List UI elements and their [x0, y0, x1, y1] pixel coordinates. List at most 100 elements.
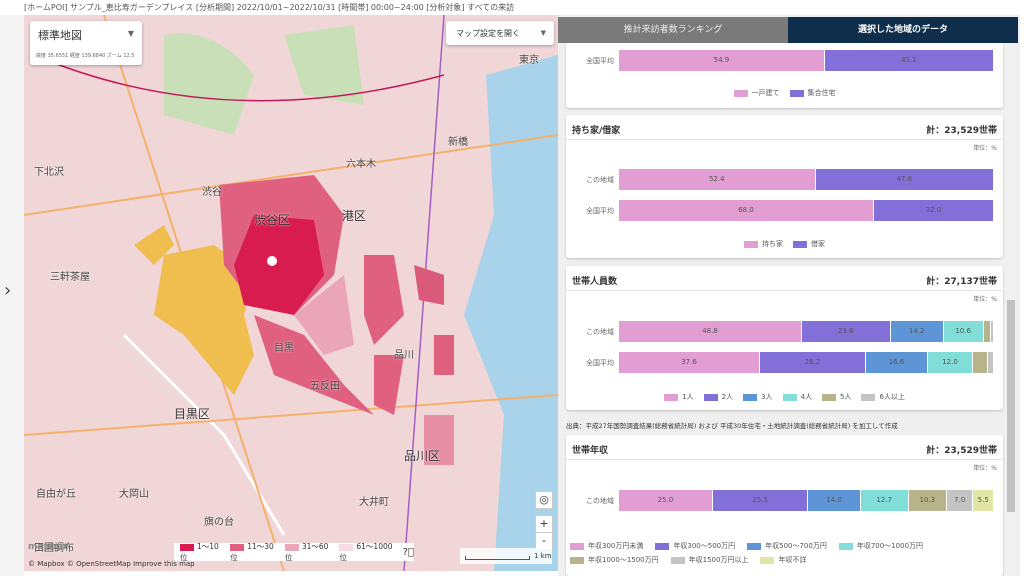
bar-segment: 14.2: [890, 321, 944, 342]
map-settings-button[interactable]: マップ設定を開く ▼: [446, 21, 554, 45]
legend-item[interactable]: 年収300万円未満: [570, 541, 643, 551]
bar-segment: [991, 321, 994, 342]
map-coords: 緯度 35.6551 経度 139.6840 ズーム 12.5: [36, 53, 135, 59]
data-panel: 推計来訪者数ランキング 選択した地域のデータ 全国平均 54.9 45.1 一戸建て…: [558, 15, 1020, 576]
map-label: 目黒: [274, 343, 294, 354]
bar-segment: 23.6: [802, 321, 891, 342]
card-title: 世帯人員数: [572, 277, 618, 287]
zoom-in-button[interactable]: +: [535, 515, 553, 533]
map-label: 品川区: [404, 449, 441, 463]
map-attribution[interactable]: © Mapbox © OpenStreetMap Improve this ma…: [28, 560, 195, 568]
card-title: 世帯年収: [572, 446, 609, 456]
map-scale: 1 km: [460, 548, 552, 564]
card-total: 計：23,529世帯: [926, 446, 997, 456]
housing-row-0: 全国平均 54.9 45.1: [566, 50, 1003, 71]
bar-segment: 54.9: [619, 50, 825, 71]
legend-item[interactable]: 集合住宅: [789, 88, 836, 98]
expand-chevron-icon[interactable]: ›: [4, 280, 11, 301]
map-label: 下北沢: [34, 167, 64, 178]
map-label: 東京: [519, 55, 539, 66]
map-label: 目黒区: [174, 407, 211, 421]
map-label: 港区: [342, 209, 367, 223]
legend-item[interactable]: 年収300～500万円: [655, 541, 735, 551]
card-ownership: 持ち家/借家 計：23,529世帯 単位：% この地域 52.4 47.6 全国平均 6…: [566, 115, 1003, 258]
legend-item[interactable]: 6人以上: [861, 392, 905, 402]
legend-item[interactable]: 2人: [703, 392, 733, 402]
mapbox-logo: mapbox: [28, 542, 69, 552]
legend-item[interactable]: 年収1500万円以上: [670, 555, 748, 565]
map-style-select[interactable]: 標準地図 ▼ 緯度 35.6551 経度 139.6840 ズーム 12.5: [30, 21, 142, 65]
bar-segment: 47.6: [815, 169, 994, 190]
map-settings-label: マップ設定を開く: [456, 29, 520, 38]
legend-item[interactable]: 5人: [821, 392, 851, 402]
legend-item[interactable]: 一戸建て: [733, 88, 780, 98]
bar-segment: 12.0: [927, 352, 973, 373]
legend-item[interactable]: 持ち家: [744, 239, 783, 249]
left-gutter: ›: [0, 15, 24, 576]
unit-label: 単位：%: [973, 296, 997, 303]
bar-segment: 25.0: [619, 490, 713, 511]
map-canvas: [24, 15, 558, 571]
card-household-members: 世帯人員数 計：27,137世帯 単位：% この地域 48.8 23.6 14.2 10.…: [566, 266, 1003, 410]
bar-segment: [987, 352, 994, 373]
analysis-header: [ホームPOI] サンプル_恵比寿ガーデンプレイス [分析期間] 2022/10…: [24, 3, 515, 12]
legend-item: 31～60位: [284, 542, 329, 562]
legend-item[interactable]: 1人: [664, 392, 694, 402]
legend-item[interactable]: 年収500～700万円: [747, 541, 827, 551]
legend-item[interactable]: 3人: [743, 392, 773, 402]
chevron-down-icon: ▼: [540, 29, 546, 37]
legend-item[interactable]: 借家: [793, 239, 825, 249]
map-label: 新橋: [448, 137, 468, 148]
card-housing-type: 全国平均 54.9 45.1 一戸建て 集合住宅: [566, 43, 1003, 108]
bar-segment: 16.6: [865, 352, 928, 373]
bar-segment: 52.4: [619, 169, 816, 190]
card-title: 持ち家/借家: [572, 126, 621, 136]
poi-marker-icon: [265, 254, 279, 268]
bar-segment: 14.0: [808, 490, 861, 511]
legend-item[interactable]: 年収1000～1500万円: [570, 555, 659, 565]
map-label: 大岡山: [119, 489, 149, 500]
bar-segment: 25.5: [712, 490, 809, 511]
bar-segment: 7.0: [947, 490, 974, 511]
legend-item: 61～1000位: [339, 542, 393, 562]
bar-segment: 5.5: [973, 490, 994, 511]
help-icon[interactable]: ?⃝: [403, 547, 414, 558]
map-label: 大井町: [359, 497, 389, 508]
bar-segment: 10.6: [943, 321, 984, 342]
legend-item[interactable]: 4人: [782, 392, 812, 402]
map-label: 五反田: [310, 381, 340, 392]
map[interactable]: 渋谷区 港区 品川区 目黒区 渋谷 六本木 下北沢 三軒茶屋 自由が丘 大岡山 …: [24, 15, 558, 571]
tab-visitor-ranking[interactable]: 推計来訪者数ランキング: [558, 17, 788, 43]
bar-segment: [983, 321, 992, 342]
bar-segment: 45.1: [824, 50, 994, 71]
bar-segment: [972, 352, 988, 373]
bar-segment: 10.3: [908, 490, 948, 511]
unit-label: 単位：%: [973, 145, 997, 152]
map-label: 六本木: [346, 159, 376, 170]
map-legend: 1～10位 11～30位 31～60位 61～1000位 ?⃝: [174, 542, 414, 562]
source-note: 出典：平成27年国勢調査結果(総務省統計局) および 平成30年住宅・土地統計調…: [566, 422, 898, 430]
map-label: 旗の台: [204, 517, 234, 528]
legend-item[interactable]: 年収700～1000万円: [838, 541, 923, 551]
card-total: 計：27,137世帯: [926, 277, 997, 287]
map-label: 品川: [394, 350, 414, 361]
legend-item: 11～30位: [230, 542, 274, 562]
map-label: 自由が丘: [36, 489, 76, 500]
legend-item[interactable]: 年収不詳: [760, 555, 806, 565]
bar-segment: 37.6: [619, 352, 760, 373]
card-household-income: 世帯年収 計：23,529世帯 単位：% この地域 25.0 25.5 14.0 12.7…: [566, 435, 1003, 576]
scrollbar[interactable]: [1005, 45, 1017, 575]
bar-segment: 12.7: [860, 490, 909, 511]
bar-segment: 28.2: [759, 352, 866, 373]
map-label: 渋谷: [202, 187, 222, 198]
bar-segment: 48.8: [619, 321, 802, 342]
map-label: 渋谷区: [254, 213, 291, 227]
chevron-down-icon: ▼: [127, 29, 134, 38]
bar-segment: 32.0: [874, 200, 994, 221]
unit-label: 単位：%: [973, 465, 997, 472]
locate-button[interactable]: ◎: [535, 491, 553, 509]
bar-segment: 68.0: [619, 200, 874, 221]
card-total: 計：23,529世帯: [926, 126, 997, 136]
tab-selected-area-data[interactable]: 選択した地域のデータ: [788, 17, 1018, 43]
map-label: 三軒茶屋: [50, 272, 90, 283]
